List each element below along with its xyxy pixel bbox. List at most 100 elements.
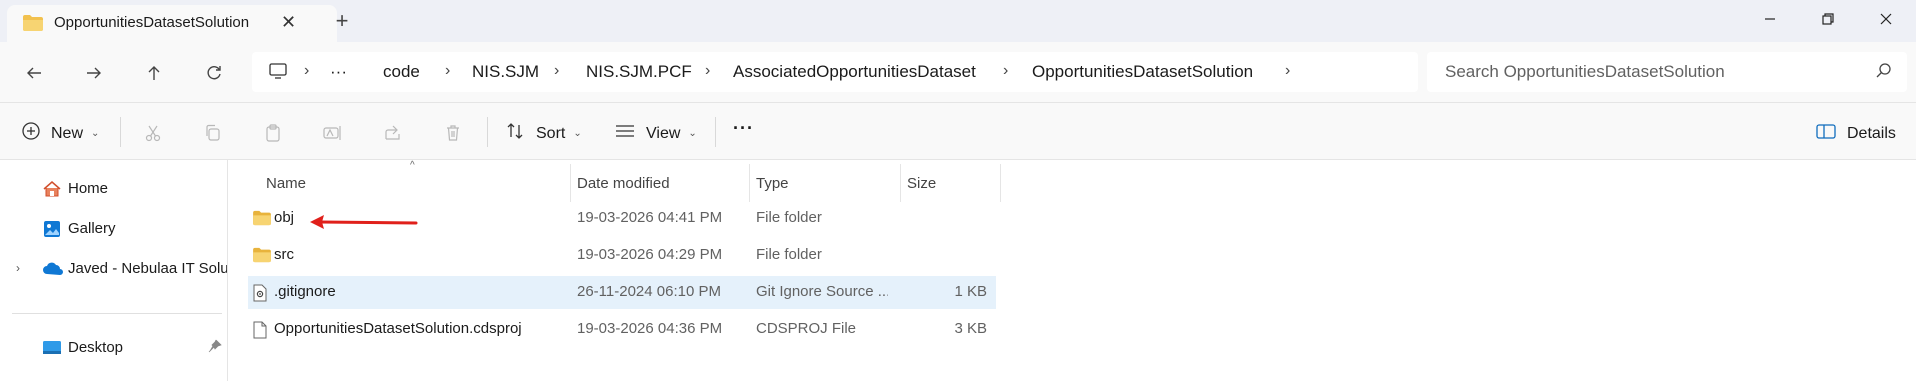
column-header-name[interactable]: Name xyxy=(266,164,306,202)
divider xyxy=(487,117,488,147)
rename-icon[interactable] xyxy=(321,121,345,145)
breadcrumb-chevron[interactable]: › xyxy=(1285,62,1290,80)
sort-ascending-icon: ^ xyxy=(410,160,415,171)
delete-icon[interactable] xyxy=(441,121,465,145)
search-placeholder: Search OpportunitiesDatasetSolution xyxy=(1445,62,1725,81)
divider xyxy=(12,313,222,314)
chevron-right-icon[interactable]: › xyxy=(16,261,20,275)
details-label: Details xyxy=(1847,124,1896,142)
breadcrumb-chevron[interactable]: › xyxy=(705,62,710,80)
close-window-icon[interactable] xyxy=(1876,9,1896,29)
file-name: obj xyxy=(274,209,295,226)
breadcrumb-chevron[interactable]: › xyxy=(445,62,450,80)
chevron-down-icon: ⌄ xyxy=(688,128,697,139)
plus-circle-icon xyxy=(21,121,41,146)
file-size: 1 KB xyxy=(954,283,987,300)
more-options-button[interactable]: ··· xyxy=(733,118,754,139)
view-button[interactable]: View ⌄ xyxy=(614,121,697,146)
annotation-arrow-icon xyxy=(310,215,418,229)
restore-icon[interactable] xyxy=(1818,9,1838,29)
search-icon[interactable] xyxy=(1875,62,1893,84)
file-row-gitignore[interactable]: .gitignore 26-11-2024 06:10 PM Git Ignor… xyxy=(248,276,996,309)
view-list-icon xyxy=(614,121,636,146)
file-date: 19-03-2026 04:29 PM xyxy=(577,246,723,263)
breadcrumb-overflow[interactable]: ··· xyxy=(330,62,347,82)
breadcrumb-nis-sjm-pcf[interactable]: NIS.SJM.PCF xyxy=(586,62,692,82)
file-type: File folder xyxy=(756,209,822,226)
file-date: 19-03-2026 04:41 PM xyxy=(577,209,723,226)
paste-icon[interactable] xyxy=(261,121,285,145)
tab-current-folder[interactable]: OpportunitiesDatasetSolution ✕ xyxy=(7,5,337,42)
sidebar-item-home[interactable]: Home xyxy=(0,174,227,204)
divider xyxy=(715,117,716,147)
folder-icon xyxy=(252,210,272,230)
settings-file-icon xyxy=(252,284,268,306)
share-icon[interactable] xyxy=(381,121,405,145)
column-divider[interactable] xyxy=(570,164,571,202)
file-row-src[interactable]: src 19-03-2026 04:29 PM File folder xyxy=(248,239,996,272)
details-button[interactable]: Details xyxy=(1815,121,1896,146)
file-size: 3 KB xyxy=(954,320,987,337)
new-label: New xyxy=(51,124,84,142)
sidebar-item-gallery[interactable]: Gallery xyxy=(0,214,227,244)
address-bar[interactable]: › ··· code › NIS.SJM › NIS.SJM.PCF › Ass… xyxy=(252,52,1418,92)
back-arrow-icon[interactable] xyxy=(21,60,47,86)
folder-icon xyxy=(22,14,44,36)
breadcrumb-chevron[interactable]: › xyxy=(1003,62,1008,80)
pin-icon[interactable] xyxy=(208,339,222,357)
tab-title: OpportunitiesDatasetSolution xyxy=(54,14,250,31)
file-name: OpportunitiesDatasetSolution.cdsproj xyxy=(274,320,522,337)
home-icon xyxy=(42,179,62,203)
sidebar-item-label: Desktop xyxy=(68,339,124,356)
column-divider[interactable] xyxy=(900,164,901,202)
cut-icon[interactable] xyxy=(141,121,165,145)
column-header-date-modified[interactable]: Date modified xyxy=(577,164,670,202)
file-date: 26-11-2024 06:10 PM xyxy=(577,283,721,300)
copy-icon[interactable] xyxy=(201,121,225,145)
breadcrumb-chevron[interactable]: › xyxy=(554,62,559,80)
search-input[interactable]: Search OpportunitiesDatasetSolution xyxy=(1427,52,1907,92)
gallery-icon xyxy=(42,219,62,243)
file-row-cdsproj[interactable]: OpportunitiesDatasetSolution.cdsproj 19-… xyxy=(248,313,996,346)
sidebar-item-onedrive[interactable]: › Javed - Nebulaa IT Solu xyxy=(0,254,227,284)
up-arrow-icon[interactable] xyxy=(141,60,167,86)
new-tab-button[interactable]: + xyxy=(330,10,354,34)
sidebar-item-label: Javed - Nebulaa IT Solu xyxy=(68,260,227,277)
breadcrumb-associated-opportunities-dataset[interactable]: AssociatedOpportunitiesDataset xyxy=(733,62,976,82)
chevron-down-icon: ⌄ xyxy=(91,128,100,139)
file-type: Git Ignore Source ... xyxy=(756,283,888,300)
sidebar-item-label: Home xyxy=(68,180,109,197)
this-pc-icon[interactable] xyxy=(268,61,288,86)
folder-icon xyxy=(252,247,272,267)
breadcrumb-chevron[interactable]: › xyxy=(304,62,309,80)
title-bar: OpportunitiesDatasetSolution ✕ + xyxy=(0,0,1916,42)
sort-label: Sort xyxy=(536,124,566,142)
sort-icon xyxy=(506,121,526,146)
file-icon xyxy=(252,321,268,343)
column-divider[interactable] xyxy=(1000,164,1001,202)
forward-arrow-icon[interactable] xyxy=(81,60,107,86)
close-tab-icon[interactable]: ✕ xyxy=(281,12,296,32)
file-list: ^ Name Date modified Type Size obj 19-03… xyxy=(240,160,1916,381)
column-header-type[interactable]: Type xyxy=(756,164,789,202)
column-divider[interactable] xyxy=(749,164,750,202)
chevron-down-icon: ⌄ xyxy=(573,128,582,139)
sort-button[interactable]: Sort ⌄ xyxy=(506,121,582,146)
file-type: File folder xyxy=(756,246,822,263)
file-name: .gitignore xyxy=(274,283,336,300)
breadcrumb-opportunities-dataset-solution[interactable]: OpportunitiesDatasetSolution xyxy=(1032,62,1253,82)
sidebar-item-desktop[interactable]: Desktop xyxy=(0,333,227,363)
file-type: CDSPROJ File xyxy=(756,320,857,337)
new-button[interactable]: New ⌄ xyxy=(21,121,99,146)
breadcrumb-code[interactable]: code xyxy=(383,62,420,82)
divider xyxy=(120,117,121,147)
view-label: View xyxy=(646,124,681,142)
details-pane-icon xyxy=(1815,121,1837,146)
column-header-size[interactable]: Size xyxy=(907,164,936,202)
sidebar-item-label: Gallery xyxy=(68,220,116,237)
desktop-icon xyxy=(42,338,62,362)
refresh-icon[interactable] xyxy=(201,60,227,86)
file-date: 19-03-2026 04:36 PM xyxy=(577,320,723,337)
minimize-icon[interactable] xyxy=(1760,9,1780,29)
breadcrumb-nis-sjm[interactable]: NIS.SJM xyxy=(472,62,539,82)
